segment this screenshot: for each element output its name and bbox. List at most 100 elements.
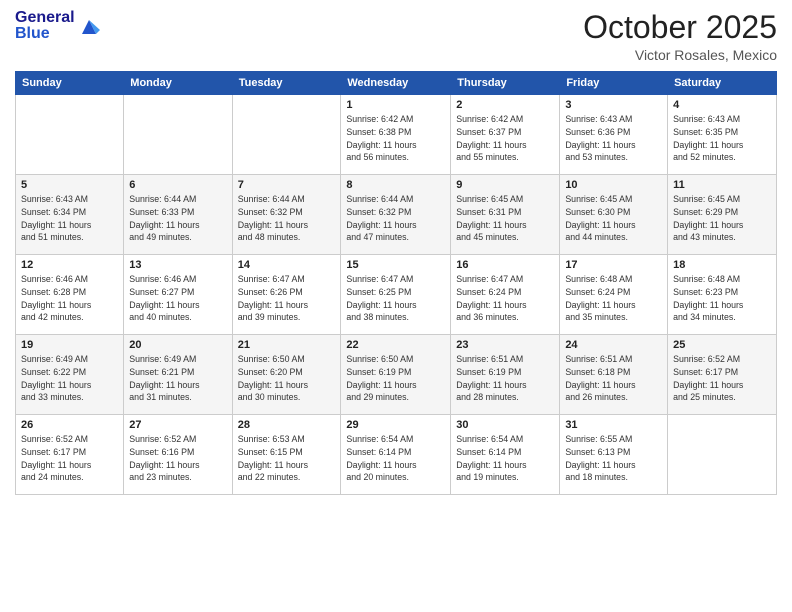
day-info: Sunrise: 6:52 AM Sunset: 6:17 PM Dayligh… xyxy=(673,353,771,404)
calendar-day-cell xyxy=(124,95,232,175)
logo-general: General xyxy=(15,10,75,26)
day-number: 7 xyxy=(238,179,336,191)
calendar-day-cell: 16 Sunrise: 6:47 AM Sunset: 6:24 PM Dayli… xyxy=(451,255,560,335)
day-number: 17 xyxy=(565,259,662,271)
day-info: Sunrise: 6:45 AM Sunset: 6:31 PM Dayligh… xyxy=(456,193,554,244)
calendar-day-header: Wednesday xyxy=(341,72,451,95)
calendar-week-row: 12Sunrise: 6:46 AM Sunset: 6:28 PM Dayli… xyxy=(16,255,777,335)
calendar-day-cell: 2 Sunrise: 6:42 AM Sunset: 6:37 PM Daylig… xyxy=(451,95,560,175)
calendar-day-cell xyxy=(16,95,124,175)
day-number: 24 xyxy=(565,339,662,351)
calendar-day-header: Friday xyxy=(560,72,668,95)
day-number: 27 xyxy=(129,419,226,431)
day-number: 15 xyxy=(346,259,445,271)
calendar-week-row: 1 Sunrise: 6:42 AM Sunset: 6:38 PM Daylig… xyxy=(16,95,777,175)
day-info: Sunrise: 6:43 AM Sunset: 6:36 PM Dayligh… xyxy=(565,113,662,164)
day-info: Sunrise: 6:51 AM Sunset: 6:18 PM Dayligh… xyxy=(565,353,662,404)
calendar-day-header: Saturday xyxy=(668,72,777,95)
day-info: Sunrise: 6:44 AM Sunset: 6:32 PM Dayligh… xyxy=(238,193,336,244)
day-number: 31 xyxy=(565,419,662,431)
calendar-week-row: 26Sunrise: 6:52 AM Sunset: 6:17 PM Dayli… xyxy=(16,415,777,495)
calendar-day-cell: 21 Sunrise: 6:50 AM Sunset: 6:20 PM Dayli… xyxy=(232,335,341,415)
day-info: Sunrise: 6:46 AM Sunset: 6:28 PM Dayligh… xyxy=(21,273,118,324)
day-info: Sunrise: 6:55 AM Sunset: 6:13 PM Dayligh… xyxy=(565,433,662,484)
day-number: 30 xyxy=(456,419,554,431)
day-number: 25 xyxy=(673,339,771,351)
day-info: Sunrise: 6:54 AM Sunset: 6:14 PM Dayligh… xyxy=(346,433,445,484)
calendar-day-cell: 8 Sunrise: 6:44 AM Sunset: 6:32 PM Daylig… xyxy=(341,175,451,255)
day-number: 19 xyxy=(21,339,118,351)
calendar-day-cell: 29 Sunrise: 6:54 AM Sunset: 6:14 PM Dayli… xyxy=(341,415,451,495)
calendar-day-cell: 6 Sunrise: 6:44 AM Sunset: 6:33 PM Daylig… xyxy=(124,175,232,255)
day-number: 16 xyxy=(456,259,554,271)
calendar-day-header: Monday xyxy=(124,72,232,95)
day-number: 18 xyxy=(673,259,771,271)
day-info: Sunrise: 6:45 AM Sunset: 6:29 PM Dayligh… xyxy=(673,193,771,244)
day-info: Sunrise: 6:48 AM Sunset: 6:24 PM Dayligh… xyxy=(565,273,662,324)
calendar-day-cell: 26Sunrise: 6:52 AM Sunset: 6:17 PM Dayli… xyxy=(16,415,124,495)
day-number: 6 xyxy=(129,179,226,191)
calendar-table: SundayMondayTuesdayWednesdayThursdayFrid… xyxy=(15,71,777,495)
day-info: Sunrise: 6:49 AM Sunset: 6:21 PM Dayligh… xyxy=(129,353,226,404)
day-number: 29 xyxy=(346,419,445,431)
day-number: 11 xyxy=(673,179,771,191)
day-number: 1 xyxy=(346,99,445,111)
day-info: Sunrise: 6:52 AM Sunset: 6:16 PM Dayligh… xyxy=(129,433,226,484)
day-info: Sunrise: 6:54 AM Sunset: 6:14 PM Dayligh… xyxy=(456,433,554,484)
day-number: 10 xyxy=(565,179,662,191)
calendar-header-row: SundayMondayTuesdayWednesdayThursdayFrid… xyxy=(16,72,777,95)
day-number: 4 xyxy=(673,99,771,111)
day-info: Sunrise: 6:52 AM Sunset: 6:17 PM Dayligh… xyxy=(21,433,118,484)
calendar-day-cell: 23 Sunrise: 6:51 AM Sunset: 6:19 PM Dayli… xyxy=(451,335,560,415)
month-title: October 2025 xyxy=(583,10,777,45)
calendar-day-cell: 11 Sunrise: 6:45 AM Sunset: 6:29 PM Dayli… xyxy=(668,175,777,255)
day-info: Sunrise: 6:47 AM Sunset: 6:24 PM Dayligh… xyxy=(456,273,554,324)
page: General Blue October 2025 Victor Rosales… xyxy=(0,0,792,612)
day-info: Sunrise: 6:42 AM Sunset: 6:38 PM Dayligh… xyxy=(346,113,445,164)
day-number: 23 xyxy=(456,339,554,351)
day-info: Sunrise: 6:50 AM Sunset: 6:20 PM Dayligh… xyxy=(238,353,336,404)
header: General Blue October 2025 Victor Rosales… xyxy=(15,10,777,63)
day-number: 2 xyxy=(456,99,554,111)
calendar-day-header: Tuesday xyxy=(232,72,341,95)
calendar-day-header: Sunday xyxy=(16,72,124,95)
day-number: 22 xyxy=(346,339,445,351)
day-info: Sunrise: 6:49 AM Sunset: 6:22 PM Dayligh… xyxy=(21,353,118,404)
logo-icon xyxy=(78,16,100,38)
calendar-day-cell: 15 Sunrise: 6:47 AM Sunset: 6:25 PM Dayli… xyxy=(341,255,451,335)
calendar-day-cell: 22 Sunrise: 6:50 AM Sunset: 6:19 PM Dayli… xyxy=(341,335,451,415)
day-info: Sunrise: 6:50 AM Sunset: 6:19 PM Dayligh… xyxy=(346,353,445,404)
calendar-day-cell: 10 Sunrise: 6:45 AM Sunset: 6:30 PM Dayli… xyxy=(560,175,668,255)
calendar-day-cell: 31 Sunrise: 6:55 AM Sunset: 6:13 PM Dayli… xyxy=(560,415,668,495)
day-info: Sunrise: 6:42 AM Sunset: 6:37 PM Dayligh… xyxy=(456,113,554,164)
day-info: Sunrise: 6:47 AM Sunset: 6:26 PM Dayligh… xyxy=(238,273,336,324)
calendar-day-cell: 3Sunrise: 6:43 AM Sunset: 6:36 PM Daylig… xyxy=(560,95,668,175)
day-info: Sunrise: 6:44 AM Sunset: 6:32 PM Dayligh… xyxy=(346,193,445,244)
day-number: 5 xyxy=(21,179,118,191)
calendar-day-header: Thursday xyxy=(451,72,560,95)
calendar-week-row: 19 Sunrise: 6:49 AM Sunset: 6:22 PM Dayli… xyxy=(16,335,777,415)
day-info: Sunrise: 6:45 AM Sunset: 6:30 PM Dayligh… xyxy=(565,193,662,244)
location-title: Victor Rosales, Mexico xyxy=(583,47,777,63)
calendar-day-cell: 17 Sunrise: 6:48 AM Sunset: 6:24 PM Dayli… xyxy=(560,255,668,335)
day-info: Sunrise: 6:46 AM Sunset: 6:27 PM Dayligh… xyxy=(129,273,226,324)
calendar-day-cell: 5 Sunrise: 6:43 AM Sunset: 6:34 PM Daylig… xyxy=(16,175,124,255)
logo: General Blue xyxy=(15,10,100,42)
calendar-day-cell: 28Sunrise: 6:53 AM Sunset: 6:15 PM Dayli… xyxy=(232,415,341,495)
day-info: Sunrise: 6:43 AM Sunset: 6:35 PM Dayligh… xyxy=(673,113,771,164)
day-info: Sunrise: 6:47 AM Sunset: 6:25 PM Dayligh… xyxy=(346,273,445,324)
day-info: Sunrise: 6:43 AM Sunset: 6:34 PM Dayligh… xyxy=(21,193,118,244)
title-block: October 2025 Victor Rosales, Mexico xyxy=(583,10,777,63)
calendar-day-cell xyxy=(668,415,777,495)
day-info: Sunrise: 6:44 AM Sunset: 6:33 PM Dayligh… xyxy=(129,193,226,244)
calendar-day-cell: 30 Sunrise: 6:54 AM Sunset: 6:14 PM Dayli… xyxy=(451,415,560,495)
calendar-day-cell: 1 Sunrise: 6:42 AM Sunset: 6:38 PM Daylig… xyxy=(341,95,451,175)
day-number: 8 xyxy=(346,179,445,191)
calendar-week-row: 5 Sunrise: 6:43 AM Sunset: 6:34 PM Daylig… xyxy=(16,175,777,255)
day-info: Sunrise: 6:51 AM Sunset: 6:19 PM Dayligh… xyxy=(456,353,554,404)
day-number: 21 xyxy=(238,339,336,351)
logo-blue: Blue xyxy=(15,26,75,42)
day-number: 13 xyxy=(129,259,226,271)
calendar-day-cell: 25 Sunrise: 6:52 AM Sunset: 6:17 PM Dayli… xyxy=(668,335,777,415)
calendar-day-cell: 27 Sunrise: 6:52 AM Sunset: 6:16 PM Dayli… xyxy=(124,415,232,495)
